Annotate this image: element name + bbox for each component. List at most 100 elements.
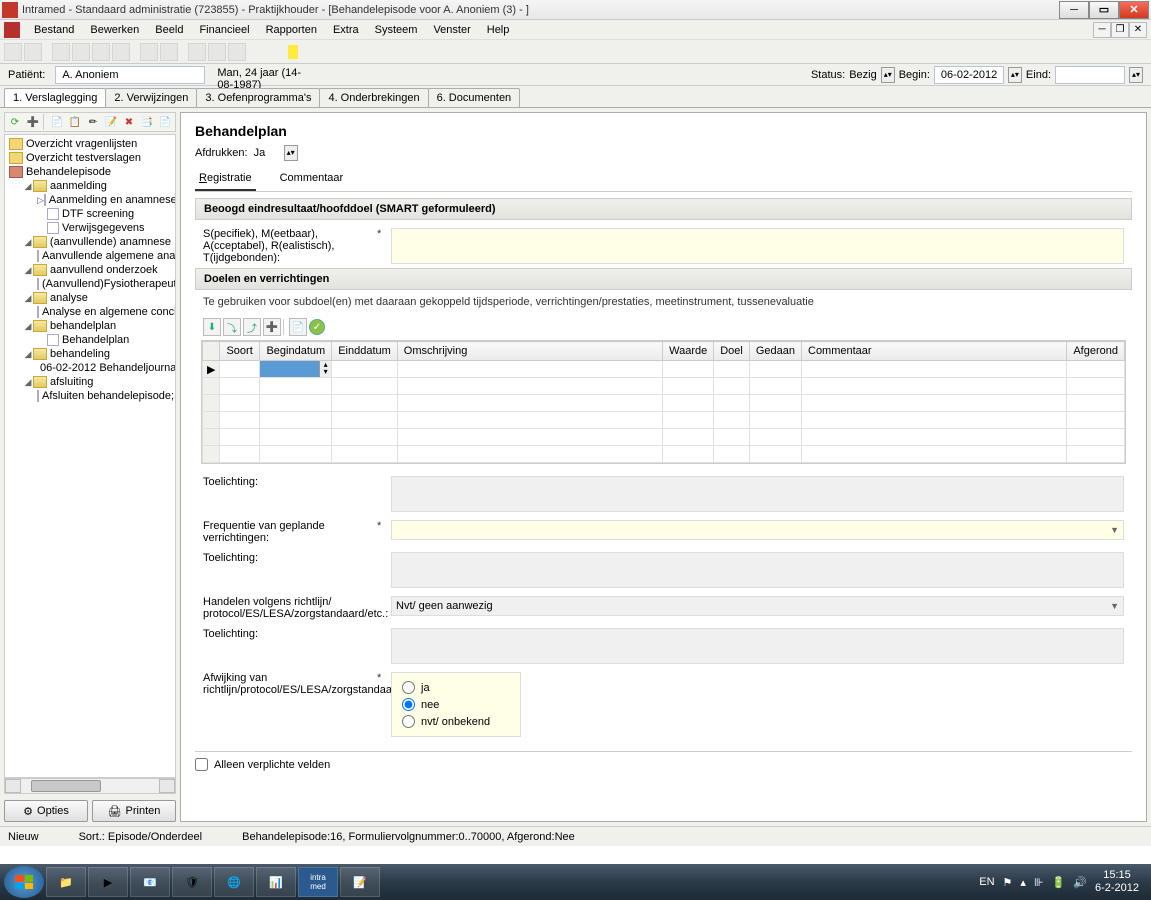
- tree-aanvullende-algemene[interactable]: Aanvullende algemene anamnese: [5, 249, 175, 263]
- begindatum-cell-active[interactable]: ▴▾: [260, 361, 332, 378]
- tree-behandeling[interactable]: ◢behandeling: [5, 347, 175, 361]
- doelen-grid[interactable]: Soort Begindatum Einddatum Omschrijving …: [201, 340, 1126, 464]
- task-explorer[interactable]: 📁: [46, 867, 86, 897]
- tab-documenten[interactable]: 6. Documenten: [428, 88, 521, 107]
- menu-extra[interactable]: Extra: [325, 22, 367, 38]
- toelichting-field-3[interactable]: [391, 628, 1124, 664]
- grid-row-4[interactable]: [203, 412, 1125, 429]
- tree-behandelplan-doc[interactable]: Behandelplan: [5, 333, 175, 347]
- grid-tool-check[interactable]: ✓: [309, 319, 325, 335]
- cell-spinner[interactable]: ▴▾: [319, 361, 331, 377]
- maximize-button[interactable]: ▭: [1089, 1, 1119, 19]
- tool-prev[interactable]: [140, 43, 158, 61]
- tool-3[interactable]: [52, 43, 70, 61]
- eind-spinner[interactable]: ▴▾: [1129, 67, 1143, 83]
- sb-icon-7[interactable]: 📄: [157, 114, 173, 130]
- tool-2[interactable]: [24, 43, 42, 61]
- menu-bewerken[interactable]: Bewerken: [82, 22, 147, 38]
- tree-verwijsgegevens[interactable]: Verwijsgegevens: [5, 221, 175, 235]
- eind-date-field[interactable]: [1055, 66, 1125, 84]
- begin-spinner[interactable]: ▴▾: [1008, 67, 1022, 83]
- col-waarde[interactable]: Waarde: [663, 342, 714, 361]
- grid-tool-doc[interactable]: 📄: [289, 318, 307, 336]
- task-intramed[interactable]: intramed: [298, 867, 338, 897]
- mdi-close[interactable]: ✕: [1129, 22, 1147, 38]
- grid-tool-1[interactable]: ⬇: [203, 318, 221, 336]
- minimize-button[interactable]: ─: [1059, 1, 1089, 19]
- toelichting-field-2[interactable]: [391, 552, 1124, 588]
- sidebar-scrollbar[interactable]: [4, 778, 176, 794]
- frequentie-dropdown[interactable]: ▼: [391, 520, 1124, 540]
- tab-verwijzingen[interactable]: 2. Verwijzingen: [105, 88, 197, 107]
- tab-verslaglegging[interactable]: 1. Verslaglegging: [4, 88, 106, 107]
- col-gedaan[interactable]: Gedaan: [749, 342, 801, 361]
- subtab-commentaar[interactable]: Commentaar: [276, 169, 348, 191]
- col-commentaar[interactable]: Commentaar: [802, 342, 1067, 361]
- tree-analyse-conclusie[interactable]: Analyse en algemene conclusie: [5, 305, 175, 319]
- action-center-icon[interactable]: ⚑: [1003, 876, 1013, 889]
- start-button[interactable]: [4, 866, 44, 898]
- sb-add-icon[interactable]: ➕: [25, 114, 41, 130]
- tree-aanvullende-anamnese[interactable]: ◢(aanvullende) anamnese: [5, 235, 175, 249]
- task-chrome[interactable]: 🌐: [214, 867, 254, 897]
- col-einddatum[interactable]: Einddatum: [332, 342, 398, 361]
- menu-rapporten[interactable]: Rapporten: [258, 22, 325, 38]
- col-omschrijving[interactable]: Omschrijving: [397, 342, 662, 361]
- task-shield[interactable]: 🛡: [172, 867, 212, 897]
- mdi-minimize[interactable]: ─: [1093, 22, 1111, 38]
- col-afgerond[interactable]: Afgerond: [1067, 342, 1125, 361]
- grid-tool-3[interactable]: ⤴: [243, 318, 261, 336]
- tray-chevron-icon[interactable]: ▴: [1020, 876, 1026, 889]
- tool-4[interactable]: [72, 43, 90, 61]
- grid-row-1[interactable]: ▶ ▴▾: [203, 361, 1125, 378]
- menu-help[interactable]: Help: [479, 22, 518, 38]
- handelen-dropdown[interactable]: Nvt/ geen aanwezig▼: [391, 596, 1124, 616]
- begin-date-field[interactable]: [934, 66, 1004, 84]
- tab-onderbrekingen[interactable]: 4. Onderbrekingen: [319, 88, 428, 107]
- tree-fysiotherapeutisch[interactable]: (Aanvullend)Fysiotherapeutisch on: [5, 277, 175, 291]
- sb-delete-icon[interactable]: ✖: [121, 114, 137, 130]
- tree-afsluiten-episode[interactable]: Afsluiten behandelepisode; eindev: [5, 389, 175, 403]
- tree-aanmelding-anamnese[interactable]: ▷Aanmelding en anamnese DTF/ v: [5, 193, 175, 207]
- menu-systeem[interactable]: Systeem: [367, 22, 426, 38]
- tool-cut[interactable]: [188, 43, 206, 61]
- taskbar-clock[interactable]: 15:15 6-2-2012: [1095, 869, 1139, 895]
- tool-next[interactable]: [160, 43, 178, 61]
- close-button[interactable]: ✕: [1119, 1, 1149, 19]
- col-begindatum[interactable]: Begindatum: [260, 342, 332, 361]
- sb-icon-3[interactable]: ✏: [85, 114, 101, 130]
- scroll-thumb[interactable]: [31, 780, 101, 792]
- tree-aanvullend-onderzoek[interactable]: ◢aanvullend onderzoek: [5, 263, 175, 277]
- only-required-checkbox[interactable]: [195, 758, 208, 771]
- menu-financieel[interactable]: Financieel: [191, 22, 257, 38]
- sb-icon-1[interactable]: 📄: [49, 114, 65, 130]
- scroll-right-icon[interactable]: [159, 779, 175, 793]
- toelichting-field-1[interactable]: [391, 476, 1124, 512]
- tree-behandelplan[interactable]: ◢behandelplan: [5, 319, 175, 333]
- opties-button[interactable]: ⚙Opties: [4, 800, 88, 822]
- task-mediaplayer[interactable]: ▶: [88, 867, 128, 897]
- sb-icon-6[interactable]: 📑: [139, 114, 155, 130]
- tree-behandelepisode[interactable]: Behandelepisode: [5, 165, 175, 179]
- tray-battery-icon[interactable]: 🔋: [1052, 876, 1066, 889]
- tree-afsluiting[interactable]: ◢afsluiting: [5, 375, 175, 389]
- tree-overzicht-vragenlijsten[interactable]: Overzicht vragenlijsten: [5, 137, 175, 151]
- menu-venster[interactable]: Venster: [425, 22, 478, 38]
- tray-network-icon[interactable]: ⊪: [1034, 876, 1044, 889]
- tree-view[interactable]: Overzicht vragenlijsten Overzicht testve…: [4, 134, 176, 778]
- tool-6[interactable]: [112, 43, 130, 61]
- grid-tool-4[interactable]: ➕: [263, 318, 281, 336]
- grid-row-6[interactable]: [203, 446, 1125, 463]
- tree-analyse[interactable]: ◢analyse: [5, 291, 175, 305]
- tray-volume-icon[interactable]: 🔊: [1073, 876, 1087, 889]
- scroll-left-icon[interactable]: [5, 779, 21, 793]
- subtab-registratie[interactable]: Registratie: [195, 169, 256, 191]
- grid-row-5[interactable]: [203, 429, 1125, 446]
- grid-row-3[interactable]: [203, 395, 1125, 412]
- tab-oefenprogrammas[interactable]: 3. Oefenprogramma's: [196, 88, 320, 107]
- lang-indicator[interactable]: EN: [979, 876, 994, 888]
- tree-overzicht-testverslagen[interactable]: Overzicht testverslagen: [5, 151, 175, 165]
- tool-1[interactable]: [4, 43, 22, 61]
- radio-ja[interactable]: [402, 681, 415, 694]
- radio-nee[interactable]: [402, 698, 415, 711]
